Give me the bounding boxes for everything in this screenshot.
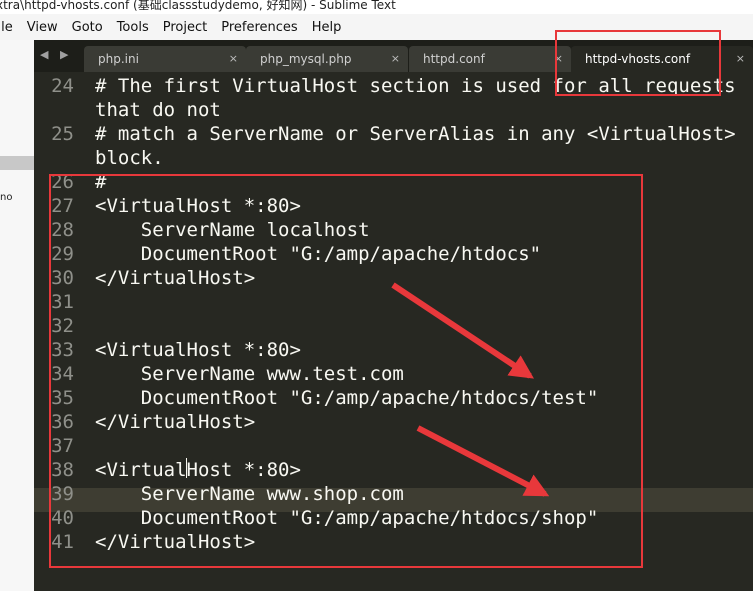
background-window-pane: no — [0, 40, 35, 591]
line-text: # match a ServerName or ServerAlias in a… — [95, 123, 736, 145]
menu-project[interactable]: Project — [163, 20, 207, 35]
background-label: no — [0, 192, 13, 203]
annotation-box-code — [49, 174, 643, 568]
menu-file[interactable]: File — [0, 20, 13, 35]
tab-label: httpd.conf — [423, 52, 485, 66]
window-titlebar: xtra\httpd-vhosts.conf (基础classstudydemo… — [0, 0, 753, 14]
window-title: xtra\httpd-vhosts.conf (基础classstudydemo… — [0, 0, 396, 12]
close-icon[interactable]: × — [736, 46, 745, 72]
line-text: block. — [95, 147, 164, 169]
tab-php-mysql[interactable]: php_mysql.php × — [246, 46, 408, 72]
tab-label: php_mysql.php — [260, 52, 352, 66]
tab-label: php.ini — [98, 52, 139, 66]
line-number: 24 — [51, 75, 74, 97]
menu-goto[interactable]: Goto — [72, 20, 103, 35]
line-number: 25 — [51, 123, 74, 145]
annotation-box-tab — [555, 30, 721, 96]
tab-php-ini[interactable]: php.ini × — [84, 46, 246, 72]
tab-nav-arrows-icon[interactable]: ◀ ▶ — [40, 48, 72, 61]
close-icon[interactable]: × — [391, 46, 400, 72]
menu-help[interactable]: Help — [312, 20, 342, 35]
tab-httpd-conf[interactable]: httpd.conf × — [409, 46, 571, 72]
menu-view[interactable]: View — [27, 20, 58, 35]
close-icon[interactable]: × — [229, 46, 238, 72]
menu-tools[interactable]: Tools — [117, 20, 149, 35]
background-selected-row — [0, 156, 34, 170]
line-text: that do not — [95, 99, 221, 121]
menu-preferences[interactable]: Preferences — [221, 20, 297, 35]
